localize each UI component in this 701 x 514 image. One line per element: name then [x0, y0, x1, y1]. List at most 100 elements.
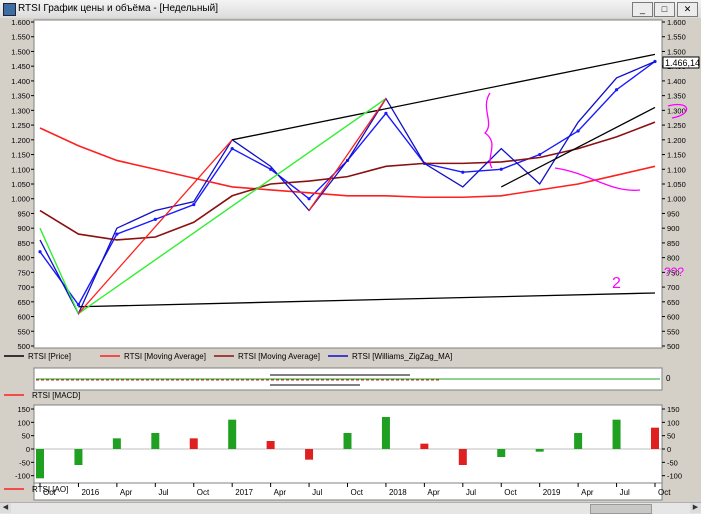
scroll-right-icon[interactable]: ▶ [690, 503, 701, 513]
ao-tick-right: 50 [667, 432, 675, 441]
ao-bar [381, 417, 390, 449]
price-point [153, 217, 157, 221]
ao-bar [228, 419, 237, 449]
price-point [499, 167, 503, 171]
y-tick-label-right: 550 [667, 327, 680, 336]
ao-tick-left: 150 [17, 405, 30, 414]
price-point [230, 147, 234, 151]
scroll-left-icon[interactable]: ◀ [0, 503, 11, 513]
ao-tick-right: 100 [667, 418, 680, 427]
y-tick-label-right: 850 [667, 239, 680, 248]
y-tick-label-right: 1.550 [667, 33, 686, 42]
y-tick-label-left: 800 [17, 254, 30, 263]
price-point [192, 203, 196, 207]
ao-tick-right: 0 [667, 445, 671, 454]
y-tick-label-left: 1.350 [11, 92, 30, 101]
y-tick-label-right: 650 [667, 298, 680, 307]
y-tick-label-right: 700 [667, 283, 680, 292]
y-tick-label-left: 700 [17, 283, 30, 292]
y-tick-label-left: 1.000 [11, 195, 30, 204]
y-tick-label-right: 1.100 [667, 165, 686, 174]
price-point [307, 197, 311, 201]
legend-ma1: RTSI [Moving Average] [124, 352, 206, 361]
ao-tick-left: 100 [17, 418, 30, 427]
y-tick-label-left: 550 [17, 327, 30, 336]
y-tick-label-left: 1.500 [11, 47, 30, 56]
ao-bar [74, 449, 83, 465]
price-point [76, 303, 81, 307]
ao-bar [266, 441, 275, 449]
ao-bar [305, 449, 314, 460]
y-tick-label-right: 1.150 [667, 151, 686, 160]
y-tick-label-right: 1.350 [667, 92, 686, 101]
y-tick-label-right: 1.600 [667, 18, 686, 27]
y-tick-label-left: 1.300 [11, 106, 30, 115]
ao-bar [574, 433, 583, 449]
x-tick-label: 2017 [235, 488, 253, 497]
annotation-two: 2 [612, 275, 621, 292]
price-point [614, 88, 619, 92]
ao-tick-right: -50 [667, 458, 678, 467]
y-tick-label-right: 1.200 [667, 136, 686, 145]
y-tick-label-right: 600 [667, 313, 680, 322]
price-panel[interactable] [33, 19, 663, 349]
y-tick-label-left: 950 [17, 209, 30, 218]
x-tick-label: Oct [197, 488, 210, 497]
window-title: RTSI График цены и объёма - [Недельный] [18, 3, 218, 14]
title-bar: RTSI График цены и объёма - [Недельный] … [0, 0, 701, 19]
y-tick-label-left: 500 [17, 342, 30, 351]
y-tick-label-right: 1.400 [667, 77, 686, 86]
y-tick-label-right: 1.050 [667, 180, 686, 189]
ao-tick-right: 150 [667, 405, 680, 414]
x-tick-label: Apr [581, 488, 594, 497]
x-tick-label: 2018 [389, 488, 407, 497]
ao-bar [651, 427, 659, 449]
ao-tick-right: -100 [667, 472, 682, 481]
ao-bar [112, 438, 121, 449]
x-tick-label: Jul [620, 488, 630, 497]
ao-bar [535, 449, 544, 452]
y-tick-label-left: 1.150 [11, 151, 30, 160]
y-tick-label-left: 1.400 [11, 77, 30, 86]
ao-bar [420, 443, 429, 449]
ao-bar [343, 433, 352, 449]
y-tick-label-left: 750 [17, 268, 30, 277]
y-tick-label-left: 1.200 [11, 136, 30, 145]
macd-tick: 0 [666, 374, 671, 383]
close-button[interactable]: ✕ [677, 2, 698, 17]
x-tick-label: Oct [504, 488, 517, 497]
x-tick-label: 2016 [81, 488, 99, 497]
y-tick-label-left: 1.450 [11, 62, 30, 71]
ao-tick-left: -50 [19, 458, 30, 467]
legend-price: RTSI [Price] [28, 352, 71, 361]
y-tick-label-left: 600 [17, 313, 30, 322]
x-tick-label: Apr [427, 488, 440, 497]
ao-bar [151, 433, 160, 449]
ao-bar [612, 419, 621, 449]
x-tick-label: Apr [274, 488, 287, 497]
x-tick-label: Oct [351, 488, 364, 497]
horizontal-scrollbar[interactable]: ◀ ▶ [0, 502, 701, 514]
maximize-button[interactable]: □ [654, 2, 675, 17]
x-tick-label: Oct [658, 488, 671, 497]
ao-bar [36, 449, 44, 479]
y-tick-label-right: 1.000 [667, 195, 686, 204]
y-tick-label-left: 650 [17, 298, 30, 307]
y-tick-label-left: 1.050 [11, 180, 30, 189]
chart-area[interactable]: 1.600 1.550 1.500 1.450 1.400 1.350 1.300 1.250… [0, 18, 701, 502]
annotation-questions: ??? [664, 265, 684, 279]
y-tick-label-left: 900 [17, 224, 30, 233]
x-tick-label: 2019 [543, 488, 561, 497]
ao-tick-left: 50 [22, 432, 30, 441]
y-tick-label-right: 500 [667, 342, 680, 351]
x-tick-label: Oct [43, 488, 56, 497]
app-icon [3, 3, 16, 16]
price-point [38, 250, 42, 254]
price-label: 1.466,14 [665, 58, 700, 68]
x-tick-label: Jul [466, 488, 476, 497]
y-tick-label-left: 1.600 [11, 18, 30, 27]
minimize-button[interactable]: _ [632, 2, 653, 17]
x-tick-label: Apr [120, 488, 133, 497]
ao-tick-left: 0 [26, 445, 30, 454]
legend-ma2: RTSI [Moving Average] [238, 352, 320, 361]
